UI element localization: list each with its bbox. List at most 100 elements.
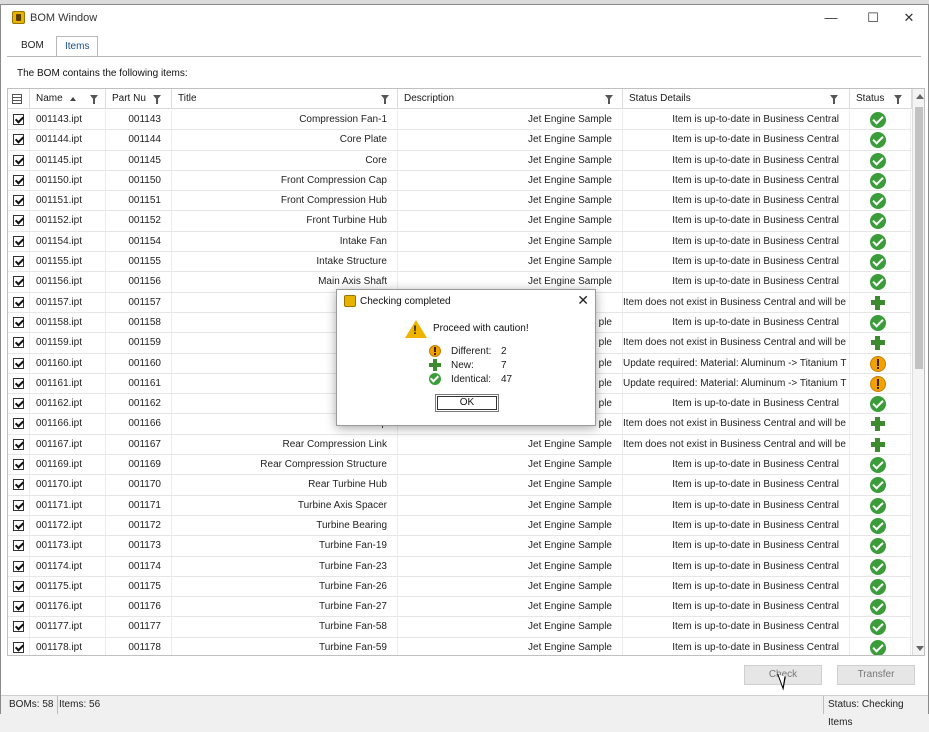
table-row[interactable]: 001155.ipt 001155 Intake Structure Jet Engi… bbox=[8, 252, 911, 273]
table-row[interactable]: 001143.ipt 001143 Compression Fan-1 Jet Eng… bbox=[8, 110, 911, 131]
orange-exclamation-circle-icon bbox=[870, 375, 886, 392]
cell-part: 001171 bbox=[106, 495, 172, 516]
row-checkbox[interactable] bbox=[13, 195, 24, 207]
column-header-status[interactable]: Status bbox=[850, 89, 912, 109]
row-checkbox[interactable] bbox=[13, 357, 24, 369]
filter-icon[interactable] bbox=[605, 95, 613, 104]
row-checkbox[interactable] bbox=[13, 580, 24, 592]
row-checkbox[interactable] bbox=[13, 377, 24, 389]
row-checkbox[interactable] bbox=[13, 479, 24, 491]
table-row[interactable]: 001169.ipt 001169 Rear Compression Structu… bbox=[8, 455, 911, 476]
row-checkbox[interactable] bbox=[13, 134, 24, 146]
row-checkbox[interactable] bbox=[13, 459, 24, 471]
table-row[interactable]: 001178.ipt 001178 Turbine Fan-59 Jet Engine… bbox=[8, 637, 911, 655]
column-header-title[interactable]: Title bbox=[172, 89, 398, 109]
minimize-button[interactable]: — bbox=[813, 8, 849, 28]
row-checkbox[interactable] bbox=[13, 499, 24, 511]
scroll-up-icon[interactable] bbox=[916, 94, 924, 99]
row-checkbox-cell bbox=[8, 495, 30, 516]
scrollbar-thumb[interactable] bbox=[915, 107, 923, 369]
table-row[interactable]: 001170.ipt 001170 Rear Turbine Hub Jet Engi… bbox=[8, 475, 911, 496]
table-row[interactable]: 001173.ipt 001173 Turbine Fan-19 Jet Engine… bbox=[8, 536, 911, 557]
green-check-circle-icon bbox=[870, 619, 886, 636]
ok-button[interactable]: OK bbox=[435, 394, 499, 412]
dialog-close-button[interactable]: ✕ bbox=[577, 292, 589, 308]
table-row[interactable]: 001150.ipt 001150 Front Compression Cap Jet… bbox=[8, 170, 911, 192]
row-checkbox[interactable] bbox=[13, 519, 24, 531]
table-row[interactable]: 001167.ipt 001167 Rear Compression Link Jet… bbox=[8, 434, 911, 456]
row-checkbox[interactable] bbox=[13, 215, 24, 227]
filter-icon[interactable] bbox=[153, 95, 161, 104]
tab-bom[interactable]: BOM bbox=[13, 36, 52, 57]
cell-status bbox=[850, 130, 911, 151]
cell-name: 001159.ipt bbox=[30, 333, 106, 354]
row-checkbox[interactable] bbox=[13, 418, 24, 430]
row-checkbox[interactable] bbox=[13, 154, 24, 166]
cell-details: Item is up-to-date in Business Central bbox=[623, 637, 850, 655]
green-plus-icon bbox=[870, 335, 886, 351]
row-checkbox[interactable] bbox=[13, 256, 24, 268]
row-checkbox[interactable] bbox=[13, 540, 24, 552]
cell-name: 001169.ipt bbox=[30, 455, 106, 476]
column-header-description[interactable]: Description bbox=[398, 89, 623, 109]
transfer-button[interactable]: Transfer bbox=[837, 665, 915, 685]
cell-part: 001173 bbox=[106, 536, 172, 557]
filter-icon[interactable] bbox=[830, 95, 838, 104]
row-checkbox[interactable] bbox=[13, 621, 24, 633]
row-checkbox[interactable] bbox=[13, 316, 24, 328]
cell-part: 001175 bbox=[106, 576, 172, 597]
cell-description: Jet Engine Sample bbox=[398, 597, 623, 618]
row-checkbox[interactable] bbox=[13, 114, 24, 125]
table-row[interactable]: 001174.ipt 001174 Turbine Fan-23 Jet Engine… bbox=[8, 556, 911, 577]
row-checkbox[interactable] bbox=[13, 235, 24, 247]
table-row[interactable]: 001172.ipt 001172 Turbine Bearing Jet Engin… bbox=[8, 515, 911, 537]
column-chooser[interactable] bbox=[8, 89, 30, 109]
table-row[interactable]: 001171.ipt 001171 Turbine Axis Spacer Jet E… bbox=[8, 495, 911, 516]
cell-status bbox=[850, 394, 911, 415]
cell-status bbox=[850, 617, 911, 638]
row-checkbox[interactable] bbox=[13, 174, 24, 186]
table-row[interactable]: 001175.ipt 001175 Turbine Fan-26 Jet Engine… bbox=[8, 576, 911, 598]
row-checkbox-cell bbox=[8, 150, 30, 171]
row-checkbox[interactable] bbox=[13, 560, 24, 572]
summary-label: Identical: bbox=[451, 374, 492, 385]
row-checkbox[interactable] bbox=[13, 276, 24, 288]
row-checkbox[interactable] bbox=[13, 296, 24, 308]
filter-icon[interactable] bbox=[90, 95, 98, 104]
cell-part: 001156 bbox=[106, 272, 172, 293]
row-checkbox[interactable] bbox=[13, 641, 24, 653]
green-check-circle-icon bbox=[870, 517, 886, 534]
row-checkbox[interactable] bbox=[13, 438, 24, 450]
cell-part: 001167 bbox=[106, 434, 172, 455]
green-plus-icon bbox=[870, 416, 886, 432]
column-header-status-details[interactable]: Status Details bbox=[623, 89, 850, 109]
cell-name: 001172.ipt bbox=[30, 515, 106, 536]
row-checkbox[interactable] bbox=[13, 337, 24, 349]
table-row[interactable]: 001177.ipt 001177 Turbine Fan-58 Jet Engine… bbox=[8, 617, 911, 638]
cell-part: 001152 bbox=[106, 211, 172, 232]
filter-icon[interactable] bbox=[381, 95, 389, 104]
vertical-scrollbar[interactable] bbox=[912, 89, 924, 655]
title-bar: BOM Window — ☐ ✕ bbox=[1, 5, 928, 31]
cell-title: Compression Fan-1 bbox=[172, 110, 398, 130]
cell-name: 001143.ipt bbox=[30, 110, 106, 130]
cell-name: 001178.ipt bbox=[30, 637, 106, 655]
table-row[interactable]: 001151.ipt 001151 Front Compression Hub Jet… bbox=[8, 191, 911, 212]
table-row[interactable]: 001145.ipt 001145 Core Jet Engine Sample Ite… bbox=[8, 150, 911, 171]
tab-items[interactable]: Items bbox=[56, 36, 99, 57]
scroll-down-icon[interactable] bbox=[916, 646, 924, 651]
table-row[interactable]: 001144.ipt 001144 Core Plate Jet Engine Sam… bbox=[8, 130, 911, 151]
close-button[interactable]: ✕ bbox=[891, 8, 927, 28]
column-header-name[interactable]: Name bbox=[30, 89, 106, 109]
cell-part: 001150 bbox=[106, 170, 172, 191]
table-row[interactable]: 001152.ipt 001152 Front Turbine Hub Jet Eng… bbox=[8, 211, 911, 232]
column-header-part-number[interactable]: Part Nu bbox=[106, 89, 172, 109]
cell-status bbox=[850, 353, 911, 374]
cell-part: 001166 bbox=[106, 414, 172, 435]
filter-icon[interactable] bbox=[894, 95, 902, 104]
table-row[interactable]: 001154.ipt 001154 Intake Fan Jet Engine Sam… bbox=[8, 231, 911, 253]
row-checkbox[interactable] bbox=[13, 398, 24, 410]
row-checkbox[interactable] bbox=[13, 601, 24, 613]
table-row[interactable]: 001176.ipt 001176 Turbine Fan-27 Jet Engine… bbox=[8, 597, 911, 618]
maximize-button[interactable]: ☐ bbox=[855, 8, 891, 28]
